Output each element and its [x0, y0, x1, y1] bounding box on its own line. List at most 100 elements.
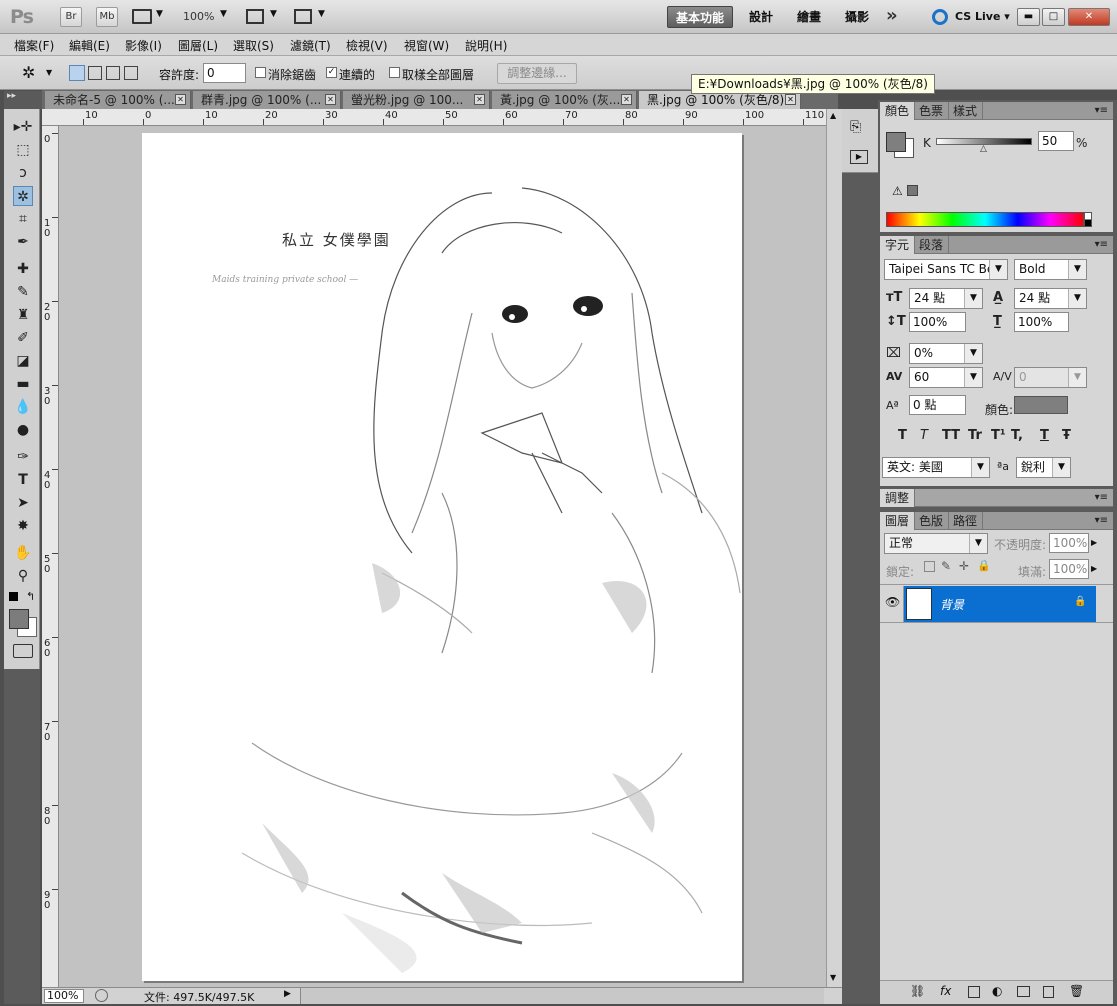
path-selection-tool-icon[interactable]: ➤ — [13, 493, 33, 513]
extras-icon[interactable] — [132, 9, 152, 24]
menu-layer[interactable]: 圖層(L) — [178, 37, 218, 54]
tab-character[interactable]: 字元 — [880, 236, 916, 254]
actions-panel-icon[interactable]: ▶ — [850, 150, 868, 164]
menu-help[interactable]: 說明(H) — [465, 37, 507, 54]
all-caps-button[interactable]: TT — [942, 428, 960, 443]
layer-mask-icon[interactable] — [968, 986, 980, 998]
black-white-swatch[interactable] — [1084, 212, 1092, 227]
tab-swatches[interactable]: 色票 — [914, 102, 950, 120]
layer-visibility-cell[interactable]: 👁 — [880, 586, 904, 622]
sample-all-layers-checkbox[interactable] — [389, 67, 400, 78]
tab-adjustments[interactable]: 調整 — [880, 489, 916, 507]
close-icon[interactable]: ✕ — [785, 94, 796, 105]
fill-arrow-icon[interactable]: ▶ — [1091, 564, 1097, 573]
opacity-arrow-icon[interactable]: ▶ — [1091, 538, 1097, 547]
chevron-down-icon[interactable]: ▼ — [964, 344, 982, 363]
history-panel-icon[interactable]: ⎘ — [850, 119, 861, 135]
panel-menu-icon[interactable]: ▾≡ — [1095, 105, 1108, 116]
status-zoom-field[interactable]: 100% — [44, 989, 84, 1003]
color-spectrum-bar[interactable] — [886, 212, 1084, 227]
document-canvas[interactable]: 私立 女僕學園 Maids training private school — — [142, 133, 742, 981]
chevron-down-icon[interactable]: ▼ — [989, 260, 1007, 279]
type-tool-icon[interactable]: T — [13, 470, 33, 490]
workspace-design[interactable]: 設計 — [741, 6, 781, 28]
new-layer-icon[interactable] — [1043, 986, 1054, 998]
superscript-button[interactable]: T¹ — [991, 428, 1006, 443]
toolbar-collapse-icon[interactable]: ▸▸ — [4, 91, 42, 109]
tab-paths[interactable]: 路徑 — [948, 512, 984, 530]
baseline-shift-input[interactable]: 0 點 — [909, 395, 966, 415]
horizontal-scrollbar[interactable] — [300, 988, 824, 1004]
font-family-select[interactable]: Taipei Sans TC Beta ▼ — [884, 259, 1008, 280]
small-caps-button[interactable]: Tr — [968, 428, 982, 443]
workspace-photography[interactable]: 攝影 — [837, 6, 877, 28]
cs-live-menu[interactable]: CS Live ▾ — [955, 10, 1010, 23]
subtract-selection-icon[interactable] — [106, 66, 120, 80]
move-tool-icon[interactable]: ▸✛ — [13, 117, 33, 137]
chevron-down-icon[interactable]: ▼ — [971, 458, 989, 477]
quick-mask-icon[interactable] — [13, 644, 33, 658]
layer-style-icon[interactable]: fx — [940, 984, 951, 998]
vertical-scale-input[interactable]: 100% — [909, 312, 966, 332]
bridge-button[interactable]: Br — [60, 7, 82, 27]
menu-window[interactable]: 視窗(W) — [404, 37, 449, 54]
intersect-selection-icon[interactable] — [124, 66, 138, 80]
subscript-button[interactable]: T, — [1011, 428, 1023, 443]
tab-color[interactable]: 顏色 — [880, 102, 916, 120]
custom-shape-tool-icon[interactable]: ✸ — [13, 516, 33, 536]
faux-bold-button[interactable]: T — [898, 428, 907, 443]
tsume-select[interactable]: 0% ▼ — [909, 343, 983, 364]
chevron-down-icon[interactable]: ▼ — [964, 368, 982, 387]
menu-image[interactable]: 影像(I) — [125, 37, 162, 54]
gradient-tool-icon[interactable]: ▬ — [13, 374, 33, 394]
chevron-down-icon[interactable]: ▼ — [1068, 260, 1086, 279]
chevron-down-icon[interactable]: ▼ — [220, 9, 227, 19]
new-selection-icon[interactable] — [69, 65, 85, 81]
zoom-tool-icon[interactable]: ⚲ — [13, 566, 33, 586]
lock-transparent-icon[interactable] — [924, 561, 935, 572]
antialias-checkbox[interactable] — [255, 67, 266, 78]
close-icon[interactable]: ✕ — [621, 94, 632, 105]
refine-edge-button[interactable]: 調整邊緣... — [497, 63, 577, 84]
tab-paragraph[interactable]: 段落 — [914, 236, 950, 254]
magic-wand-tool-icon[interactable]: ✲ — [13, 186, 33, 206]
lock-all-icon[interactable]: 🔒 — [977, 559, 991, 572]
eraser-tool-icon[interactable]: ◪ — [13, 351, 33, 371]
lock-pixels-icon[interactable]: ✎ — [941, 559, 951, 573]
opacity-input[interactable]: 100% — [1049, 533, 1089, 553]
workspace-painting[interactable]: 繪畫 — [789, 6, 829, 28]
horizontal-scale-input[interactable]: 100% — [1014, 312, 1069, 332]
lock-position-icon[interactable]: ✛ — [959, 559, 969, 573]
panel-menu-icon[interactable]: ▾≡ — [1095, 239, 1108, 250]
chevron-down-icon[interactable]: ▼ — [318, 9, 325, 19]
maximize-button[interactable]: □ — [1042, 8, 1065, 26]
more-workspaces-button[interactable]: » — [886, 5, 898, 26]
scroll-down-arrow-icon[interactable]: ▼ — [830, 973, 836, 982]
close-icon[interactable]: ✕ — [325, 94, 336, 105]
menu-filter[interactable]: 濾鏡(T) — [290, 37, 331, 54]
faux-italic-button[interactable]: T — [920, 428, 928, 443]
language-select[interactable]: 英文: 美國 ▼ — [882, 457, 990, 478]
add-selection-icon[interactable] — [88, 66, 102, 80]
layer-row-background[interactable]: 背景 🔒 — [904, 586, 1096, 622]
brush-tool-icon[interactable]: ✎ — [13, 282, 33, 302]
kerning-select[interactable]: 0 ▼ — [1014, 367, 1087, 388]
trash-icon[interactable]: 🗑 — [1069, 984, 1084, 998]
font-style-select[interactable]: Bold ▼ — [1014, 259, 1087, 280]
tracking-select[interactable]: 60 ▼ — [909, 367, 983, 388]
menu-view[interactable]: 檢視(V) — [346, 37, 388, 54]
font-size-select[interactable]: 24 點 ▼ — [909, 288, 983, 309]
chevron-down-icon[interactable]: ▼ — [46, 68, 52, 77]
antialias-select[interactable]: 銳利 ▼ — [1016, 457, 1071, 478]
tab-layers[interactable]: 圖層 — [880, 512, 916, 530]
minimize-button[interactable]: ▬ — [1017, 8, 1040, 26]
close-icon[interactable]: ✕ — [474, 94, 485, 105]
strikethrough-button[interactable]: Ŧ — [1062, 428, 1071, 443]
tab-yellow[interactable]: 黃.jpg @ 100% (灰... ✕ — [492, 91, 637, 109]
chevron-down-icon[interactable]: ▼ — [156, 9, 163, 19]
status-info-icon[interactable] — [95, 989, 108, 1002]
dodge-tool-icon[interactable]: ● — [13, 420, 33, 440]
gamut-swatch[interactable] — [907, 185, 918, 196]
menu-select[interactable]: 選取(S) — [233, 37, 274, 54]
fill-input[interactable]: 100% — [1049, 559, 1089, 579]
